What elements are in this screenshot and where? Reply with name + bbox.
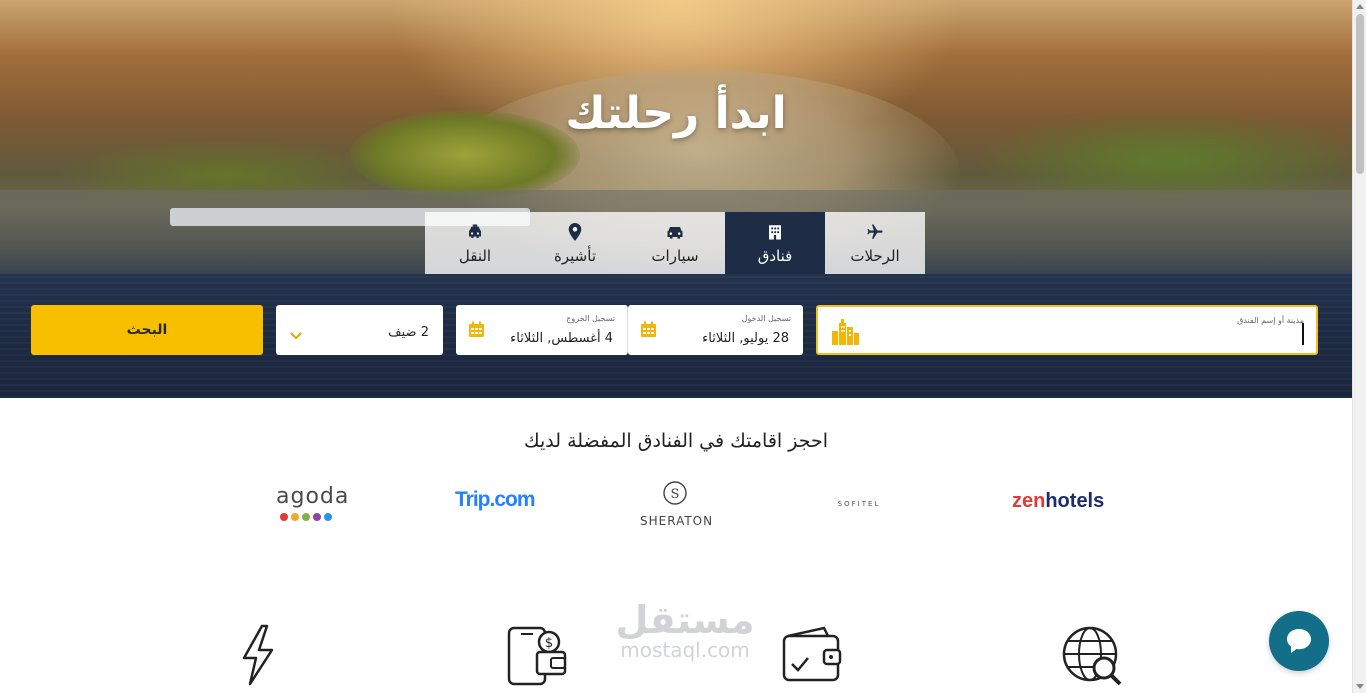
text-caret <box>1302 323 1304 345</box>
tab-transfer[interactable]: النقل <box>425 212 525 274</box>
chat-button[interactable] <box>1269 611 1329 671</box>
trip-logo[interactable]: Trip.com <box>455 488 536 512</box>
hotel-icon <box>765 222 785 242</box>
watermark-arabic: مستقل <box>615 598 755 642</box>
calendar-icon <box>468 321 485 338</box>
chat-bubble-icon <box>1287 629 1311 653</box>
sheraton-logo-text: SHERATON <box>640 514 714 528</box>
tab-cars[interactable]: سيارات <box>625 212 725 274</box>
agoda-dots <box>276 513 336 521</box>
checkout-field[interactable]: تسجيل الخروج 4 أغسطس, الثلاثاء <box>456 305 628 355</box>
tab-flights[interactable]: الرحلات <box>825 212 925 274</box>
partners-title: احجز اقامتك في الفنادق المفضلة لديك <box>523 430 829 452</box>
wallet-check-icon <box>780 624 844 688</box>
city-icon <box>830 317 860 347</box>
page: ابدأ رحلتك الرحلات فنادق سيارات تأشيرة ا… <box>0 0 1366 693</box>
checkin-label: تسجيل الدخول <box>741 314 791 323</box>
search-button[interactable]: البحث <box>31 305 263 355</box>
tab-visa[interactable]: تأشيرة <box>525 212 625 274</box>
global-search-icon <box>1060 624 1124 692</box>
tab-cars-label: سيارات <box>651 246 699 265</box>
checkin-field[interactable]: تسجيل الدخول 28 يوليو, الثلاثاء <box>628 305 803 355</box>
scroll-down-arrow-icon[interactable] <box>1356 684 1364 689</box>
agoda-logo[interactable]: agoda <box>276 484 350 521</box>
guests-select[interactable]: 2 ضيف <box>276 305 443 355</box>
zenhotels-logo[interactable]: zenhotels <box>1012 490 1104 513</box>
watermark-latin: mostaql.com <box>620 638 750 662</box>
sofitel-logo[interactable]: SOFITEL <box>826 500 892 508</box>
tab-visa-label: تأشيرة <box>554 246 596 265</box>
tab-hotels-label: فنادق <box>757 246 793 265</box>
checkout-label: تسجيل الخروج <box>566 314 615 323</box>
sheraton-emblem-icon: S <box>663 481 687 505</box>
svg-text:$: $ <box>545 636 553 651</box>
agoda-logo-text: agoda <box>276 484 350 509</box>
scroll-thumb[interactable] <box>1356 14 1364 174</box>
car-icon <box>665 222 685 242</box>
destination-field[interactable]: مدينة أو إسم الفندق <box>816 305 1318 355</box>
checkout-value: 4 أغسطس, الثلاثاء <box>510 331 613 346</box>
chevron-down-icon <box>290 325 302 344</box>
calendar-icon <box>640 321 657 338</box>
mostaql-watermark: مستقل mostaql.com <box>600 598 770 678</box>
tab-transfer-label: النقل <box>458 246 492 265</box>
lightning-icon <box>240 624 276 690</box>
hero-banner: ابدأ رحلتك الرحلات فنادق سيارات تأشيرة ا… <box>0 0 1352 398</box>
guests-value: 2 ضيف <box>388 325 429 340</box>
hero-title: ابدأ رحلتك <box>565 88 787 139</box>
service-tabs: الرحلات فنادق سيارات تأشيرة النقل <box>425 212 925 274</box>
taxi-icon <box>465 222 485 242</box>
mobile-payment-icon: $ <box>505 624 569 692</box>
scroll-up-arrow-icon[interactable] <box>1356 4 1364 9</box>
zenhotels-logo-hotels: hotels <box>1045 490 1105 512</box>
tab-flights-label: الرحلات <box>850 246 900 265</box>
map-pin-icon <box>565 222 585 242</box>
page-scrollbar[interactable] <box>1352 0 1366 693</box>
sheraton-logo[interactable]: S SHERATON <box>640 480 714 528</box>
checkin-value: 28 يوليو, الثلاثاء <box>702 331 789 346</box>
tab-hotels[interactable]: فنادق <box>725 212 825 274</box>
destination-label: مدينة أو إسم الفندق <box>1237 316 1304 325</box>
svg-text:S: S <box>671 487 680 502</box>
plane-icon <box>865 222 885 242</box>
zenhotels-logo-zen: zen <box>1012 490 1046 512</box>
